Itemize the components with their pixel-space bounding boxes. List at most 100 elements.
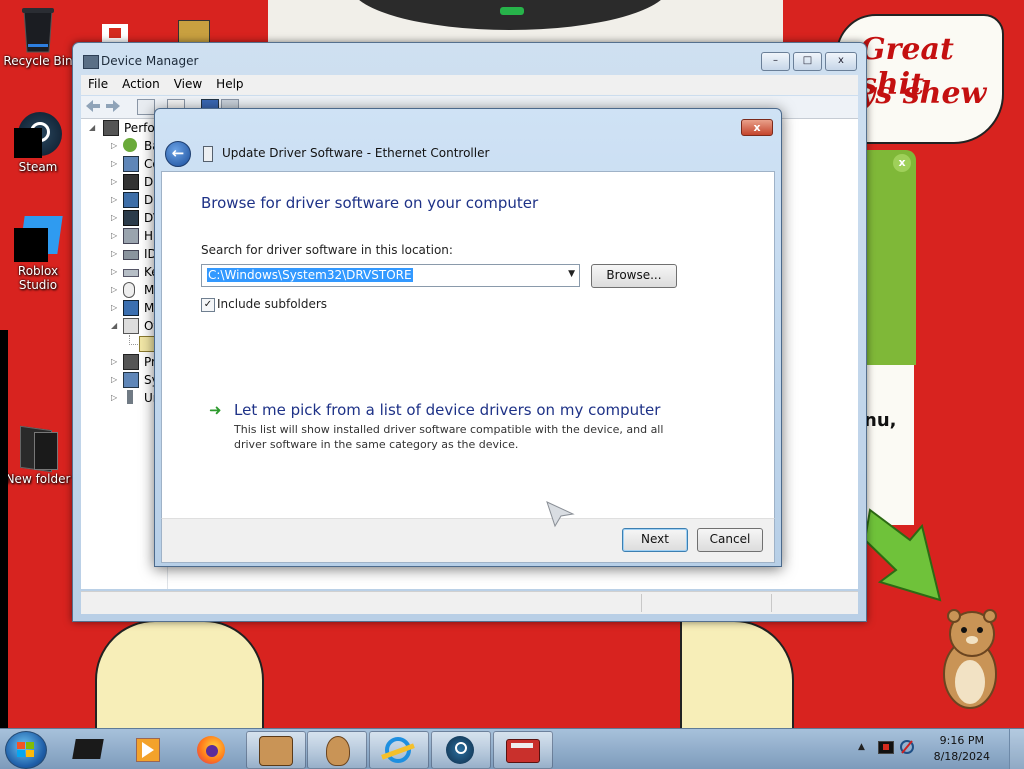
taskbar-hamster[interactable]: [307, 731, 367, 769]
menu-view[interactable]: View: [167, 75, 209, 93]
next-button[interactable]: Next: [622, 528, 688, 552]
green-arrow-icon[interactable]: ➜: [209, 401, 222, 419]
character-app-icon: [178, 20, 210, 44]
collapse-arrow-icon[interactable]: ◢: [111, 321, 117, 330]
dialog-heading: Browse for driver software on your compu…: [201, 194, 539, 212]
forward-arrow-icon[interactable]: [105, 99, 121, 113]
expand-arrow-icon[interactable]: ▷: [111, 141, 117, 150]
expand-arrow-icon[interactable]: ▷: [111, 249, 117, 258]
firefox-icon: [197, 736, 225, 764]
processor-icon: [123, 354, 139, 370]
internet-explorer-icon: [381, 737, 415, 763]
wallpaper-green-panel: [862, 150, 916, 365]
computer-icon: [123, 156, 139, 172]
taskbar-firefox[interactable]: [183, 731, 241, 767]
expand-arrow-icon[interactable]: ▷: [111, 375, 117, 384]
other-devices-icon: [123, 318, 139, 334]
wallpaper-red-area: [268, 620, 678, 730]
include-subfolders-checkbox[interactable]: ✓: [201, 298, 215, 312]
menu-file[interactable]: File: [81, 75, 115, 93]
desktop-icon-new-folder[interactable]: New folder: [0, 424, 76, 486]
monitor-icon: [123, 300, 139, 316]
include-subfolders-label[interactable]: Include subfolders: [217, 297, 327, 311]
system-tray: ▲ 9:16 PM 8/18/2024: [854, 729, 1024, 769]
expand-arrow-icon[interactable]: ▷: [111, 159, 117, 168]
taskbar-hamster-box[interactable]: [246, 731, 306, 769]
disk-drive-icon: [123, 174, 139, 190]
windows-logo-icon: [17, 742, 34, 757]
expand-arrow-icon[interactable]: ▷: [111, 303, 117, 312]
device-icon: [203, 146, 213, 162]
collapse-arrow-icon[interactable]: ◢: [89, 123, 95, 132]
minimize-button[interactable]: –: [761, 52, 790, 71]
hid-icon: [123, 228, 139, 244]
update-driver-dialog[interactable]: x ← Update Driver Software - Ethernet Co…: [154, 108, 782, 567]
keyboard-icon: [123, 269, 139, 277]
media-player-icon: [136, 738, 160, 762]
roblox-studio-icon: [14, 216, 63, 262]
expand-arrow-icon[interactable]: ▷: [111, 267, 117, 276]
show-hide-console-icon[interactable]: [137, 99, 155, 115]
back-arrow-icon[interactable]: ←: [165, 141, 191, 167]
display-adapter-icon: [123, 192, 139, 208]
pick-from-list-description: This list will show installed driver sof…: [234, 423, 664, 451]
start-button[interactable]: [5, 731, 47, 769]
status-bar: [81, 591, 858, 614]
back-arrow-icon[interactable]: [85, 99, 101, 113]
taskbar-media-player[interactable]: [120, 731, 178, 767]
folder-icon: [16, 424, 60, 473]
hamster-desktop-pet-icon[interactable]: [934, 604, 1008, 714]
wallpaper-green-light: [500, 7, 524, 15]
wallpaper-dark-edge: [0, 330, 8, 728]
taskbar-internet-explorer[interactable]: [369, 731, 429, 769]
driver-path-value[interactable]: C:\Windows\System32\DRVSTORE: [207, 268, 413, 282]
mouse-icon: [123, 282, 135, 298]
menu-action[interactable]: Action: [115, 75, 167, 93]
show-hidden-icons-arrow-icon[interactable]: ▲: [858, 742, 865, 752]
toolbox-icon: [506, 739, 540, 763]
device-manager-title: Device Manager: [101, 54, 199, 68]
desktop-icon-label: New folder: [5, 472, 71, 486]
menu-bar: File Action View Help: [81, 75, 858, 95]
system-devices-icon: [123, 372, 139, 388]
expand-arrow-icon[interactable]: ▷: [111, 177, 117, 186]
browse-button[interactable]: Browse...: [591, 264, 677, 288]
network-icon[interactable]: [900, 739, 914, 755]
clock[interactable]: 9:16 PM 8/18/2024: [934, 733, 990, 765]
warning-device-icon: [139, 336, 155, 352]
menu-help[interactable]: Help: [209, 75, 250, 93]
ad-close-icon: x: [893, 154, 911, 172]
wallpaper-side-text: nu,: [864, 410, 897, 431]
taskbar-steam[interactable]: [431, 731, 491, 769]
hamster-box-icon: [259, 736, 293, 766]
expand-arrow-icon[interactable]: ▷: [111, 213, 117, 222]
expand-arrow-icon[interactable]: ▷: [111, 231, 117, 240]
taskbar-media-center[interactable]: [60, 731, 118, 767]
ide-controller-icon: [123, 250, 139, 260]
maximize-button[interactable]: □: [793, 52, 822, 71]
steam-icon: [446, 736, 474, 764]
driver-path-combobox[interactable]: C:\Windows\System32\DRVSTORE ▼: [201, 264, 580, 287]
expand-arrow-icon[interactable]: ▷: [111, 195, 117, 204]
status-separator: [641, 594, 642, 612]
tree-connector: [129, 335, 138, 345]
search-location-label: Search for driver software in this locat…: [201, 243, 453, 257]
expand-arrow-icon[interactable]: ▷: [111, 393, 117, 402]
clock-date: 8/18/2024: [933, 750, 990, 763]
expand-arrow-icon[interactable]: ▷: [111, 357, 117, 366]
dialog-close-button[interactable]: x: [741, 119, 773, 136]
pick-from-list-link[interactable]: Let me pick from a list of device driver…: [234, 401, 660, 419]
desktop-icon-steam[interactable]: Steam: [0, 112, 76, 174]
cancel-button[interactable]: Cancel: [697, 528, 763, 552]
show-desktop-button[interactable]: [1009, 729, 1024, 769]
taskbar-toolbox[interactable]: [493, 731, 553, 769]
close-button[interactable]: x: [825, 52, 857, 71]
action-center-icon[interactable]: [878, 741, 894, 754]
recycle-bin-icon: [16, 6, 60, 53]
expand-arrow-icon[interactable]: ▷: [111, 285, 117, 294]
desktop-icon-roblox-studio[interactable]: Roblox Studio: [0, 216, 76, 292]
clock-time: 9:16 PM: [939, 734, 984, 747]
dropdown-arrow-icon[interactable]: ▼: [568, 269, 575, 279]
mouse-cursor-icon: [546, 501, 575, 528]
desktop-icon-recycle-bin[interactable]: Recycle Bin: [0, 6, 76, 68]
